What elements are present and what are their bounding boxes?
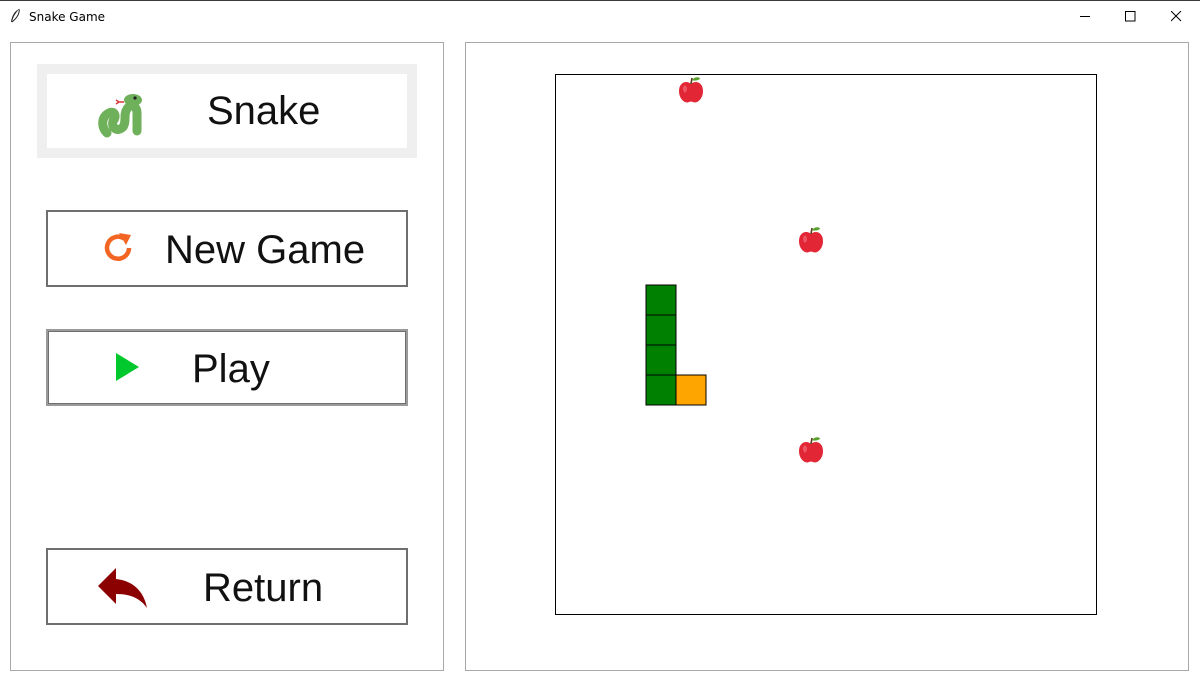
- snake-segment: [645, 374, 677, 406]
- new-game-label: New Game: [165, 228, 366, 272]
- close-icon: [1171, 11, 1182, 22]
- apple-icon: [799, 227, 823, 253]
- game-board[interactable]: [555, 74, 1097, 615]
- return-button[interactable]: Return: [46, 548, 408, 625]
- game-panel: [465, 42, 1189, 671]
- client-area: Snake New Game Play Return: [0, 31, 1200, 681]
- minimize-icon: [1080, 16, 1090, 17]
- apple-icon: [679, 77, 703, 103]
- play-icon: [116, 353, 139, 381]
- snake-segment: [645, 314, 677, 346]
- new-game-button[interactable]: New Game: [46, 210, 408, 287]
- play-label: Play: [192, 347, 270, 391]
- close-button[interactable]: [1154, 1, 1200, 32]
- return-arrow-icon: [98, 568, 147, 608]
- maximize-icon: [1125, 11, 1136, 22]
- menu-panel: Snake New Game Play Return: [10, 42, 444, 671]
- board-canvas: [645, 77, 823, 463]
- snake-head: [675, 374, 707, 406]
- logo-banner: Snake: [37, 64, 417, 158]
- snake-segment: [645, 344, 677, 376]
- restart-icon: [104, 233, 132, 261]
- return-label: Return: [203, 566, 324, 610]
- title-bar: Snake Game: [0, 0, 1200, 31]
- apple-icon: [799, 437, 823, 463]
- snake-segment: [645, 284, 677, 316]
- logo-title: Snake: [207, 89, 321, 133]
- feather-icon: [11, 8, 20, 23]
- window-title: Snake Game: [29, 10, 106, 24]
- minimize-button[interactable]: [1063, 1, 1109, 32]
- play-button[interactable]: Play: [46, 329, 408, 406]
- maximize-button[interactable]: [1108, 1, 1154, 32]
- snake-icon: [98, 94, 142, 138]
